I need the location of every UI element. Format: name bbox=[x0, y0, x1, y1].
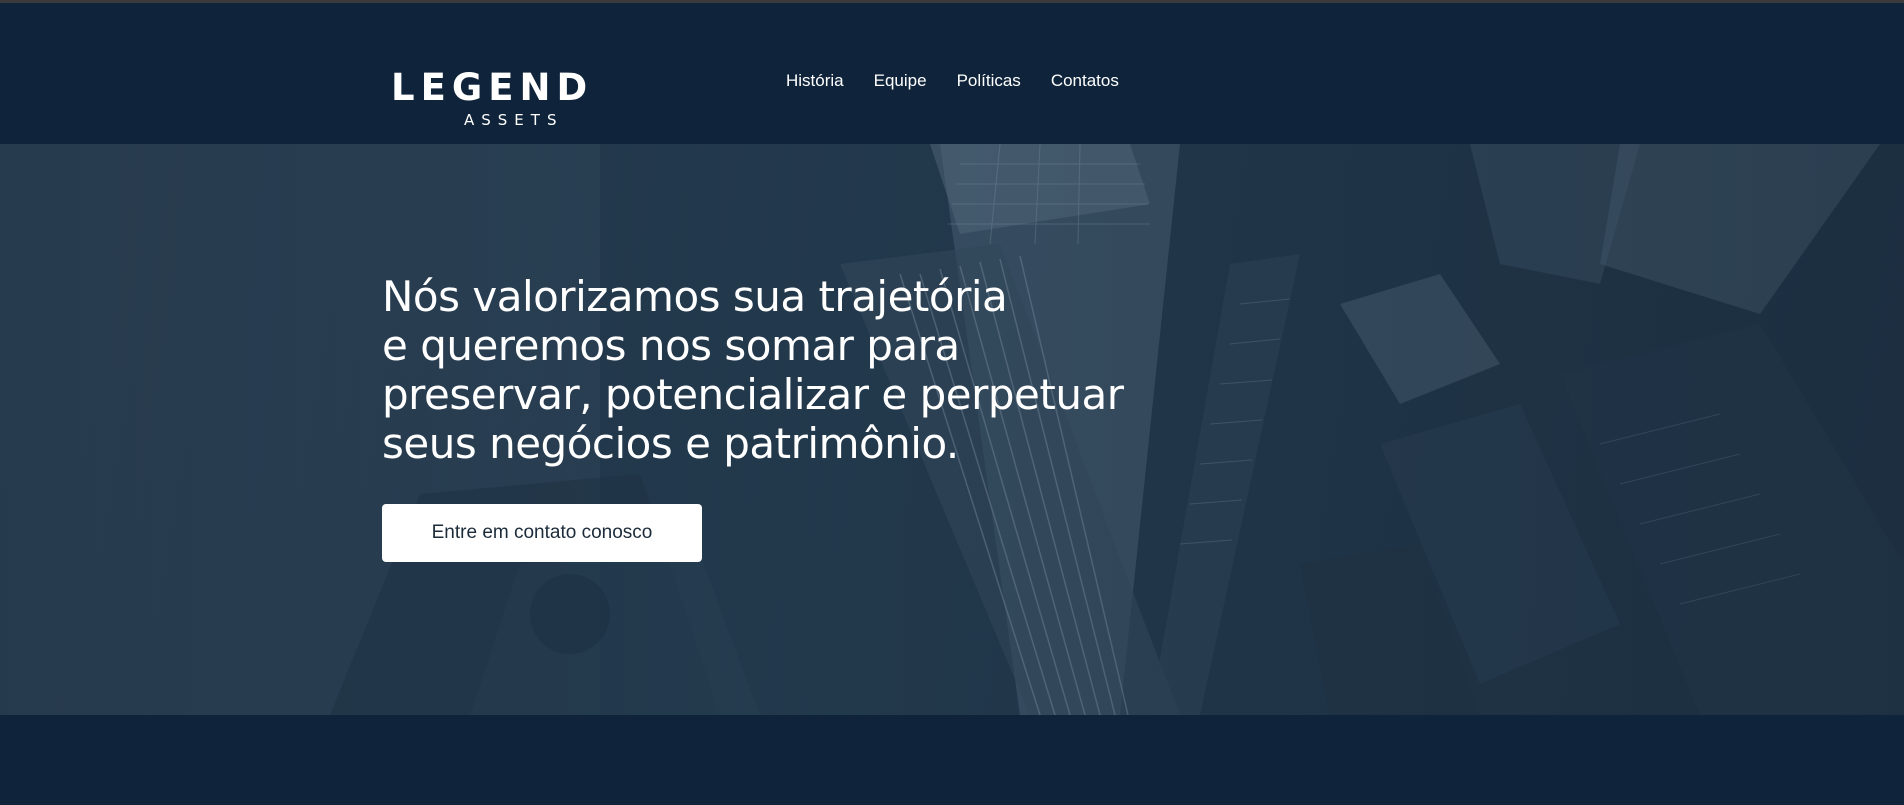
next-section-band bbox=[0, 715, 1904, 805]
contact-us-button[interactable]: Entre em contato conosco bbox=[382, 504, 702, 562]
nav-link-equipe[interactable]: Equipe bbox=[874, 69, 927, 93]
hero-section: Nós valorizamos sua trajetória e queremo… bbox=[0, 144, 1904, 715]
site-header: LEGEND ASSETS História Equipe Políticas … bbox=[0, 3, 1904, 144]
legend-assets-logo[interactable]: LEGEND ASSETS bbox=[391, 68, 587, 130]
nav-link-politicas[interactable]: Políticas bbox=[957, 69, 1021, 93]
hero-headline-line: Nós valorizamos sua trajetória bbox=[382, 272, 1008, 321]
logo-subtitle: ASSETS bbox=[464, 111, 564, 129]
main-navigation: História Equipe Políticas Contatos bbox=[786, 69, 1119, 93]
hero-headline-line: e queremos nos somar para bbox=[382, 321, 960, 370]
logo-wordmark: LEGEND bbox=[391, 66, 594, 109]
nav-link-historia[interactable]: História bbox=[786, 69, 844, 93]
hero-headline-line: seus negócios e patrimônio. bbox=[382, 419, 959, 468]
hero-headline: Nós valorizamos sua trajetória e queremo… bbox=[382, 272, 1182, 468]
nav-link-contatos[interactable]: Contatos bbox=[1051, 69, 1119, 93]
hero-headline-line: preservar, potencializar e perpetuar bbox=[382, 370, 1124, 419]
